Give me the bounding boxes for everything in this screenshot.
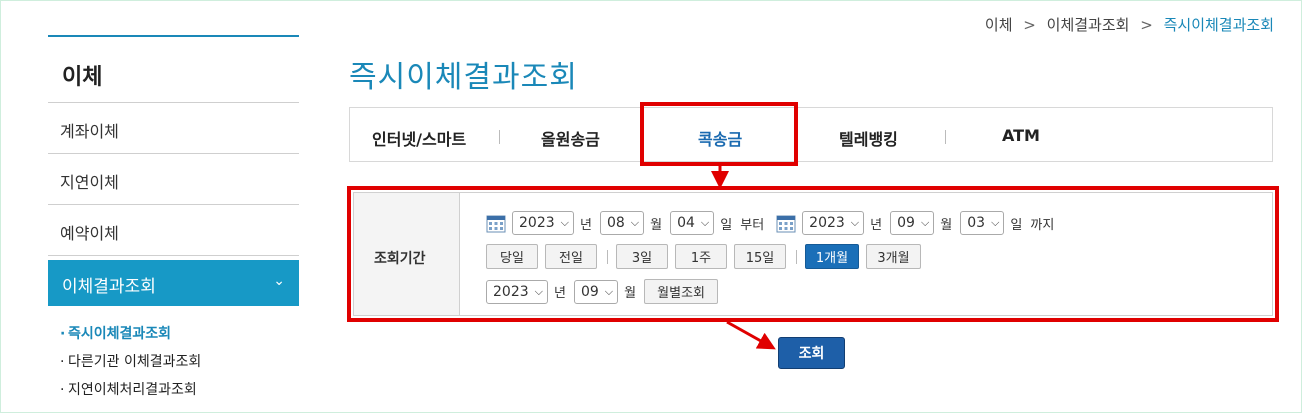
chevron-down-icon: ⌄	[273, 273, 285, 289]
select-value: 08	[606, 215, 625, 231]
chevron-down-icon: ⌵	[604, 284, 614, 298]
sidebar-subitem-other-institution[interactable]: · 다른기관 이체결과조회	[60, 352, 299, 380]
monthly-year-select[interactable]: 2023 ⌵	[486, 279, 548, 304]
to-day-select[interactable]: 03 ⌵	[960, 211, 1005, 235]
calendar-icon[interactable]	[776, 213, 796, 233]
quick-1week-button[interactable]: 1주	[675, 244, 727, 269]
date-range-row: 2023 ⌵ 년 08 ⌵ 월 04 ⌵ 일 부터 2023 ⌵ 년 09 ⌵ 월 03 ⌵…	[486, 211, 1062, 235]
breadcrumb-separator: >	[1023, 16, 1036, 34]
month-unit: 월	[940, 217, 953, 233]
sidebar-item-label: 이체결과조회	[62, 277, 156, 297]
channel-tabs: 인터넷/스마트 올원송금 콕송금 텔레뱅킹 ATM	[349, 107, 1273, 162]
quick-today-button[interactable]: 당일	[486, 244, 538, 269]
bullet-icon: ·	[60, 326, 66, 342]
tab-internet-smart[interactable]: 인터넷/스마트	[372, 126, 466, 150]
year-unit: 년	[579, 217, 592, 233]
chevron-down-icon: ⌵	[700, 216, 710, 229]
sidebar-subitem-label: 지연이체처리결과조회	[68, 382, 197, 398]
page-title: 즉시이체결과조회	[349, 60, 578, 95]
period-label: 조회기간	[374, 251, 426, 267]
day-unit: 일	[1010, 217, 1023, 233]
select-value: 09	[897, 215, 915, 231]
breadcrumb: 이체 > 이체결과조회 > 즉시이체결과조회	[985, 14, 1274, 35]
chevron-down-icon: ⌵	[534, 284, 543, 298]
select-value: 2023	[809, 215, 845, 231]
search-panel: 조회기간 2023 ⌵ 년 08 ⌵ 월 04 ⌵ 일 부터 2023 ⌵ 년 09 ⌵ …	[353, 192, 1273, 316]
to-suffix: 까지	[1030, 217, 1055, 233]
search-panel-highlight: 조회기간 2023 ⌵ 년 08 ⌵ 월 04 ⌵ 일 부터 2023 ⌵ 년 09 ⌵ …	[347, 186, 1279, 322]
select-value: 2023	[519, 215, 555, 231]
from-day-select[interactable]: 04 ⌵	[670, 211, 715, 235]
sidebar: 이체 계좌이체 지연이체 예약이체 이체결과조회 ⌄ · 즉시이체결과조회 · 다른…	[48, 35, 299, 408]
sidebar-subitem-delayed-results[interactable]: · 지연이체처리결과조회	[60, 380, 299, 408]
bullet-icon: ·	[60, 354, 65, 370]
sidebar-subitem-label: 즉시이체결과조회	[68, 326, 172, 342]
tab-highlight-box	[640, 102, 798, 166]
select-value: 03	[967, 215, 986, 231]
chevron-down-icon: ⌵	[991, 216, 1000, 229]
sidebar-submenu: · 즉시이체결과조회 · 다른기관 이체결과조회 · 지연이체처리결과조회	[48, 324, 299, 408]
select-value: 04	[677, 215, 695, 231]
tab-divider	[945, 130, 946, 144]
from-year-select[interactable]: 2023 ⌵	[512, 211, 574, 235]
divider	[796, 249, 797, 264]
quick-15days-button[interactable]: 15일	[734, 244, 786, 269]
chevron-down-icon: ⌵	[560, 216, 569, 229]
tab-atm[interactable]: ATM	[1002, 126, 1040, 145]
tab-allone[interactable]: 올원송금	[541, 126, 600, 150]
breadcrumb-item[interactable]: 이체	[985, 16, 1013, 34]
tab-telebanking[interactable]: 텔레뱅킹	[839, 126, 898, 150]
bullet-icon: ·	[60, 382, 65, 398]
chevron-down-icon: ⌵	[920, 216, 930, 229]
search-submit-button[interactable]: 조회	[778, 337, 845, 369]
quick-3days-button[interactable]: 3일	[616, 244, 668, 269]
breadcrumb-separator: >	[1140, 16, 1153, 34]
tab-divider	[499, 130, 500, 144]
sidebar-item-account-transfer[interactable]: 계좌이체	[48, 103, 299, 154]
period-label-cell: 조회기간	[354, 193, 460, 315]
year-unit: 년	[870, 217, 883, 233]
monthly-search-button[interactable]: 월별조회	[644, 279, 719, 304]
sidebar-subitem-label: 다른기관 이체결과조회	[68, 354, 202, 370]
sidebar-item-delayed-transfer[interactable]: 지연이체	[48, 154, 299, 205]
from-month-select[interactable]: 08 ⌵	[599, 211, 645, 235]
quick-1month-button[interactable]: 1개월	[805, 244, 859, 269]
sidebar-title: 이체	[48, 35, 299, 103]
quick-yesterday-button[interactable]: 전일	[545, 244, 597, 269]
from-suffix: 부터	[740, 217, 765, 233]
month-unit: 월	[650, 217, 663, 233]
monthly-row: 2023 ⌵ 년 09 ⌵ 월 월별조회	[486, 279, 725, 304]
year-unit: 년	[553, 286, 566, 301]
month-unit: 월	[624, 286, 637, 301]
day-unit: 일	[720, 217, 733, 233]
sidebar-item-transfer-results[interactable]: 이체결과조회 ⌄	[48, 260, 299, 306]
quick-period-row: 당일 전일 3일 1주 15일 1개월 3개월	[486, 244, 928, 269]
sidebar-item-scheduled-transfer[interactable]: 예약이체	[48, 205, 299, 256]
divider	[607, 249, 608, 264]
breadcrumb-current: 즉시이체결과조회	[1163, 16, 1274, 34]
select-value: 2023	[493, 283, 529, 300]
chevron-down-icon: ⌵	[850, 216, 860, 229]
to-month-select[interactable]: 09 ⌵	[890, 211, 935, 235]
sidebar-subitem-instant-results[interactable]: · 즉시이체결과조회	[60, 324, 299, 352]
breadcrumb-item[interactable]: 이체결과조회	[1047, 16, 1130, 34]
select-value: 09	[580, 283, 599, 300]
monthly-month-select[interactable]: 09 ⌵	[573, 279, 619, 304]
quick-3months-button[interactable]: 3개월	[866, 244, 921, 269]
to-year-select[interactable]: 2023 ⌵	[802, 211, 865, 235]
chevron-down-icon: ⌵	[630, 216, 640, 229]
calendar-icon[interactable]	[486, 213, 506, 233]
